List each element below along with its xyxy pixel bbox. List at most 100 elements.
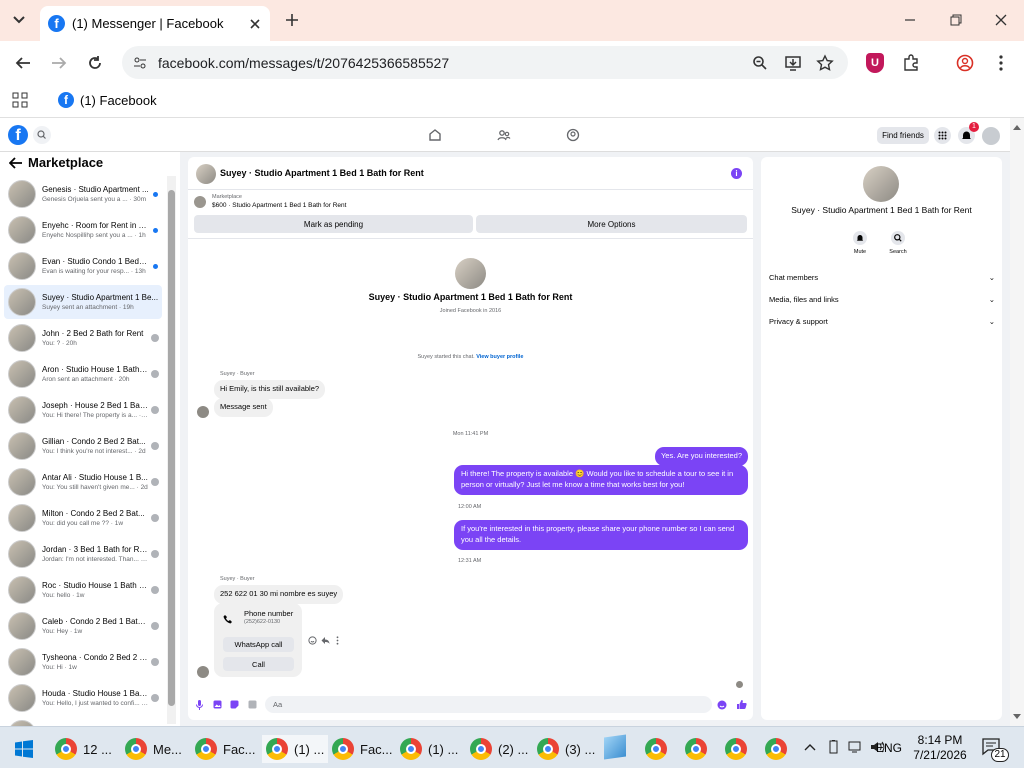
- scroll-down-icon[interactable]: [1013, 714, 1021, 720]
- conversation-item[interactable]: Jhay · Furnished Private Ro...: [4, 717, 162, 726]
- info-avatar[interactable]: [863, 166, 899, 202]
- profile-avatar[interactable]: [455, 258, 486, 289]
- privacy-support-section[interactable]: Privacy & support ⌄: [769, 317, 995, 326]
- more-actions-icon[interactable]: [335, 636, 340, 645]
- sidebar-scroll-thumb[interactable]: [168, 190, 175, 706]
- like-icon[interactable]: [736, 699, 747, 710]
- taskbar-chrome-extra[interactable]: [765, 735, 787, 763]
- find-friends-button[interactable]: Find friends: [877, 127, 929, 144]
- fb-search-icon[interactable]: [33, 126, 51, 144]
- close-window-icon[interactable]: [993, 12, 1009, 28]
- groups-icon[interactable]: [566, 128, 580, 142]
- message-input[interactable]: Aa: [265, 696, 712, 713]
- url-text[interactable]: facebook.com/messages/t/2076425366585527: [158, 55, 449, 71]
- back-arrow-icon[interactable]: [9, 157, 23, 169]
- conversation-item[interactable]: Antar Ali · Studio House 1 B... You: You …: [4, 465, 162, 499]
- incoming-message[interactable]: Message sent: [214, 398, 273, 417]
- account-avatar[interactable]: [982, 127, 1000, 145]
- friends-icon[interactable]: [497, 128, 511, 142]
- conversation-item[interactable]: Houda · Studio House 1 Bath f... You: Hel…: [4, 681, 162, 715]
- conversation-item[interactable]: Roc · Studio House 1 Bath for ... You: he…: [4, 573, 162, 607]
- info-icon[interactable]: i: [731, 168, 742, 179]
- minimize-icon[interactable]: [902, 12, 918, 28]
- scroll-up-icon[interactable]: [1013, 124, 1021, 130]
- incoming-message[interactable]: 252 622 01 30 mi nombre es suyey: [214, 585, 344, 604]
- mute-icon[interactable]: [853, 231, 867, 245]
- zoom-icon[interactable]: [752, 55, 768, 71]
- close-tab-icon[interactable]: [248, 17, 262, 31]
- conversation-item[interactable]: Suyey · Studio Apartment 1 Be... Suyey se…: [4, 285, 162, 319]
- conversation-item[interactable]: Evan · Studio Condo 1 Bed 1 ... Evan is w…: [4, 249, 162, 283]
- reload-icon[interactable]: [86, 54, 104, 72]
- site-settings-icon[interactable]: [132, 55, 148, 71]
- home-icon[interactable]: [428, 128, 442, 142]
- emoji-icon[interactable]: [717, 700, 727, 710]
- photo-icon[interactable]: [213, 700, 222, 709]
- taskbar-chrome-window[interactable]: (1) ...: [400, 735, 458, 763]
- conversation-item[interactable]: Gillian · Condo 2 Bed 2 Bat... You: I thi…: [4, 429, 162, 463]
- install-app-icon[interactable]: [784, 54, 802, 72]
- chat-header-avatar[interactable]: [196, 164, 216, 184]
- taskbar-chrome-window[interactable]: Fac...: [195, 735, 256, 763]
- whatsapp-call-button[interactable]: WhatsApp call: [223, 637, 294, 652]
- back-icon[interactable]: [14, 55, 32, 71]
- reply-icon[interactable]: [321, 636, 330, 645]
- incoming-message[interactable]: Hi Emily, is this still available?: [214, 380, 326, 399]
- tab-search-icon[interactable]: [10, 12, 28, 28]
- windows-start-icon[interactable]: [15, 740, 33, 758]
- view-buyer-profile-link[interactable]: View buyer profile: [476, 354, 523, 360]
- profile-icon[interactable]: [956, 54, 974, 72]
- mark-as-pending-button[interactable]: Mark as pending: [194, 215, 473, 233]
- taskbar-chrome-extra[interactable]: [685, 735, 707, 763]
- gif-icon[interactable]: [248, 700, 257, 709]
- outgoing-message[interactable]: Hi there! The property is available 😊 Wo…: [454, 465, 748, 495]
- more-options-button[interactable]: More Options: [476, 215, 747, 233]
- call-button[interactable]: Call: [223, 657, 294, 671]
- search-label[interactable]: Search: [884, 249, 912, 255]
- chat-members-section[interactable]: Chat members ⌄: [769, 273, 995, 282]
- notes-app-icon[interactable]: [604, 734, 626, 760]
- listing-detail[interactable]: $600 · Studio Apartment 1 Bed 1 Bath for…: [212, 202, 346, 209]
- forward-icon[interactable]: [50, 55, 68, 71]
- extensions-icon[interactable]: [902, 54, 920, 72]
- tray-chevron-up-icon[interactable]: [804, 742, 816, 752]
- media-files-section[interactable]: Media, files and links ⌄: [769, 295, 995, 304]
- extension-shield-icon[interactable]: U: [866, 53, 884, 73]
- bookmark-star-icon[interactable]: [816, 54, 834, 72]
- microphone-icon[interactable]: [195, 700, 204, 710]
- sender-avatar[interactable]: [197, 666, 209, 678]
- sticker-icon[interactable]: [230, 700, 239, 709]
- conversation-item[interactable]: Jordan · 3 Bed 1 Bath for Rent Jordan: I'…: [4, 537, 162, 571]
- search-conversation-icon[interactable]: [891, 231, 905, 245]
- new-tab-icon[interactable]: [284, 12, 300, 28]
- conversation-item[interactable]: Caleb · Condo 2 Bed 1 Bath fo... You: Hey…: [4, 609, 162, 643]
- battery-icon[interactable]: [826, 740, 842, 754]
- sender-avatar[interactable]: [197, 406, 209, 418]
- facebook-logo-icon[interactable]: f: [8, 125, 28, 145]
- taskbar-chrome-extra[interactable]: [725, 735, 747, 763]
- language-indicator[interactable]: ENG: [876, 741, 902, 755]
- conversation-item[interactable]: Enyehc · Room for Rent in S... Enyehc Nos…: [4, 213, 162, 247]
- chat-header-title[interactable]: Suyey · Studio Apartment 1 Bed 1 Bath fo…: [220, 168, 424, 178]
- react-emoji-icon[interactable]: [308, 636, 317, 645]
- taskbar-chrome-window[interactable]: Fac...: [332, 735, 393, 763]
- clock[interactable]: 8:14 PM 7/21/2026: [908, 733, 972, 763]
- outgoing-message[interactable]: Yes. Are you interested?: [654, 447, 748, 466]
- conversation-item[interactable]: John · 2 Bed 2 Bath for Rent You: ? · 20h: [4, 321, 162, 355]
- apps-grid-icon[interactable]: [12, 92, 28, 108]
- active-tab[interactable]: f (1) Messenger | Facebook: [40, 6, 270, 41]
- taskbar-chrome-window[interactable]: (1) ...: [262, 735, 329, 763]
- taskbar-chrome-window[interactable]: 12 ...: [55, 735, 112, 763]
- menu-icon[interactable]: [994, 54, 1008, 72]
- taskbar-chrome-window[interactable]: (3) ...: [537, 735, 595, 763]
- page-scrollbar[interactable]: [1010, 118, 1024, 726]
- taskbar-chrome-window[interactable]: Me...: [125, 735, 182, 763]
- mute-label[interactable]: Mute: [846, 249, 874, 255]
- sidebar-scrollbar[interactable]: [167, 176, 176, 724]
- restore-icon[interactable]: [948, 12, 964, 28]
- conversation-item[interactable]: Milton · Condo 2 Bed 2 Bat... You: did yo…: [4, 501, 162, 535]
- taskbar-chrome-window[interactable]: (2) ...: [470, 735, 528, 763]
- conversation-item[interactable]: Tysheona · Condo 2 Bed 2 Bat... You: Hi ·…: [4, 645, 162, 679]
- bookmark-facebook[interactable]: f (1) Facebook: [58, 92, 157, 108]
- outgoing-message[interactable]: If you're interested in this property, p…: [454, 520, 748, 550]
